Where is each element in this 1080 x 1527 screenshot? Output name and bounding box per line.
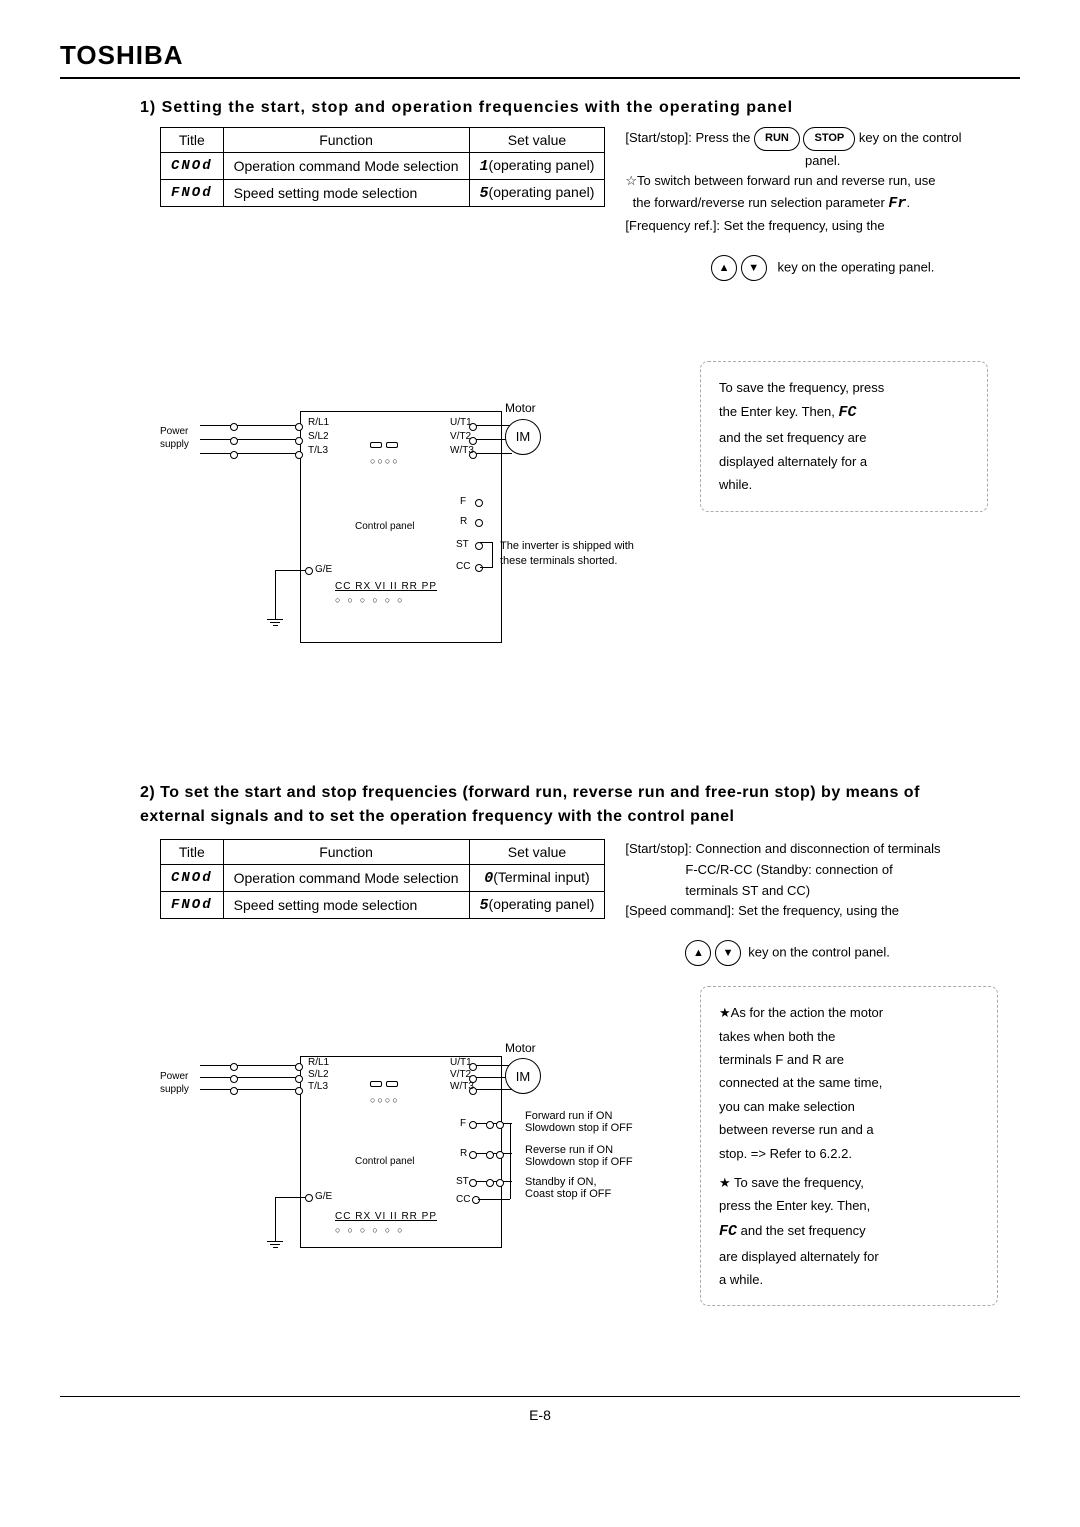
param-func: Speed setting mode selection [223,180,469,207]
param-val: 5(operating panel) [469,891,605,918]
up-key-icon: ▲ [711,255,737,281]
run-key-icon: RUN [754,127,800,151]
param-val: 5(operating panel) [469,180,605,207]
down-key-icon: ▼ [715,940,741,966]
param-func: Operation command Mode selection [223,864,469,891]
shorted-terminals-note: The inverter is shipped with these termi… [500,539,660,570]
param-table-1: Title Function Set value CNOd Operation … [160,127,605,207]
section1-title: 1) Setting the start, stop and operation… [140,99,1020,117]
wiring-diagram-2: Power supply R/L1 S/L2 T/L3 U/T1 V/T2 W/… [160,1036,660,1276]
param-table-2: Title Function Set value CNOd Operation … [160,839,605,919]
up-key-icon: ▲ [685,940,711,966]
section2-note-box: ★As for the action the motor takes when … [700,986,998,1306]
th-title: Title [161,839,224,864]
section2-description: [Start/stop]: Connection and disconnecti… [625,839,1020,966]
th-function: Function [223,128,469,153]
brand-logo: TOSHIBA [60,40,1020,79]
param-code: FNOd [161,180,224,207]
wiring-diagram-1: Power supply R/L1 S/L2 T/L3 U/T1 V/T2 W/… [160,391,660,681]
param-code: CNOd [161,864,224,891]
param-val: 0(Terminal input) [469,864,605,891]
section2-title: 2) To set the start and stop frequencies… [140,781,940,829]
param-code: FNOd [161,891,224,918]
stop-key-icon: STOP [803,127,855,151]
th-function: Function [223,839,469,864]
page-number: E-8 [60,1396,1020,1423]
down-key-icon: ▼ [741,255,767,281]
param-func: Speed setting mode selection [223,891,469,918]
th-setvalue: Set value [469,839,605,864]
motor-icon: IM [505,1058,541,1094]
param-code: CNOd [161,153,224,180]
th-title: Title [161,128,224,153]
th-setvalue: Set value [469,128,605,153]
motor-icon: IM [505,419,541,455]
section1-description: [Start/stop]: Press the RUN STOP key on … [625,127,1020,281]
param-val: 1(operating panel) [469,153,605,180]
section1-note-box: To save the frequency, press the Enter k… [700,361,988,512]
param-func: Operation command Mode selection [223,153,469,180]
